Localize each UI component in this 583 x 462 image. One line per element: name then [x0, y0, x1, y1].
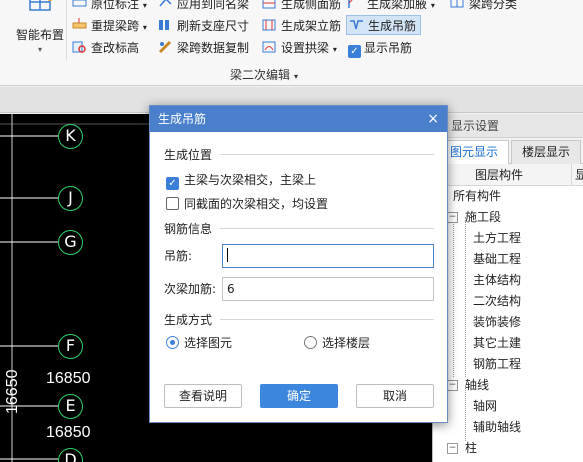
panel-title: 显示设置 [433, 114, 583, 138]
tree-column-header: 图层构件 显 [433, 164, 583, 186]
axis-bubble: K [58, 124, 83, 149]
tree-item-aux-axis[interactable]: 辅助轴线 [433, 417, 583, 438]
section-mode-title: 生成方式 [164, 313, 213, 327]
check-elevation-icon [72, 41, 86, 53]
smart-layout-label: 智能布置 [15, 28, 64, 42]
tree-item-construction[interactable]: − 施工段 [433, 207, 583, 228]
axis-bubble: G [58, 230, 83, 255]
ribbon-group-label: 梁二次编辑 ▾ [230, 68, 299, 82]
divider [220, 228, 434, 229]
dialog-titlebar: 生成吊筋 × [150, 106, 447, 132]
chevron-down-icon: ▾ [142, 23, 147, 32]
help-button[interactable]: 查看说明 [164, 384, 242, 408]
collapse-icon[interactable]: − [447, 380, 458, 391]
tree-item-foundation[interactable]: 基础工程 [433, 249, 583, 270]
tab-floor-display[interactable]: 楼层显示 [511, 140, 582, 164]
cancel-button[interactable]: 取消 [356, 384, 434, 408]
smart-layout-button[interactable]: 智能布置 ▾ [10, 0, 70, 56]
grid-layout-icon [29, 0, 53, 11]
section-rebar-title: 钢筋信息 [164, 222, 213, 236]
chevron-down-icon: ▾ [430, 1, 435, 10]
divider [220, 154, 434, 155]
tab-element-display[interactable]: 图元显示 [439, 140, 510, 165]
radio-select-floors[interactable]: 选择楼层 [304, 335, 370, 351]
hanger-label: 吊筋: [164, 249, 193, 263]
checkbox-empty-icon [166, 197, 179, 210]
tree-item-all[interactable]: 所有构件 [433, 186, 583, 207]
section-position-title: 生成位置 [164, 148, 213, 162]
tree-item-axis[interactable]: − 轴线 [433, 375, 583, 396]
dimension-label: 16850 [46, 370, 91, 387]
copy-span-data-icon [158, 40, 172, 54]
tree-item-other-civil[interactable]: 其它土建 [433, 333, 583, 354]
re-extract-span-button[interactable]: 重提梁跨 ▾ [72, 16, 147, 36]
span-classify-button[interactable]: 梁跨分类 [450, 0, 517, 14]
gen-haunch-icon [348, 0, 353, 8]
dialog-title: 生成吊筋 [158, 112, 207, 126]
radio-selected-icon [166, 336, 179, 349]
chevron-down-icon: ▾ [142, 1, 147, 10]
show-hanger-toggle[interactable]: ✓ 显示吊筋 [348, 38, 412, 58]
column-header-component: 图层构件 [475, 168, 524, 182]
extra-rebar-input[interactable]: 6 [222, 277, 434, 301]
chevron-down-icon: ▾ [294, 72, 299, 81]
radio-empty-icon [304, 336, 317, 349]
ok-button[interactable]: 确定 [260, 384, 338, 408]
gen-hanger-icon [350, 20, 363, 30]
layer-tree: 所有构件 − 施工段 土方工程 基础工程 主体结构 二次结构 装饰装修 其它土建 … [433, 186, 583, 459]
column-header-show: 显 [571, 164, 583, 186]
opt-main-secondary-checkbox[interactable]: ✓ 主梁与次梁相交，主梁上 [166, 172, 316, 190]
gen-side-rebar-icon [262, 0, 276, 9]
gen-hanger-button[interactable]: 生成吊筋 [346, 15, 422, 35]
gen-standing-rebar-icon [262, 19, 276, 31]
gen-haunch-button[interactable]: 生成梁加腋 ▾ [348, 0, 435, 14]
gen-side-rebar-button[interactable]: 生成侧面筋 [262, 0, 341, 14]
extra-rebar-label: 次梁加筋: [164, 282, 217, 296]
tree-item-axis-grid[interactable]: 轴网 [433, 396, 583, 417]
collapse-icon[interactable]: − [447, 212, 458, 223]
set-arch-beam-button[interactable]: 设置拱梁 ▾ [262, 38, 337, 58]
original-label-icon [72, 0, 87, 7]
axis-bubble: E [58, 394, 83, 419]
axis-bubble: J [58, 186, 83, 211]
span-classify-icon [450, 0, 464, 8]
set-arch-beam-icon [262, 41, 276, 53]
tree-item-secondary-structure[interactable]: 二次结构 [433, 291, 583, 312]
dimension-label-vertical: 16650 [4, 369, 21, 415]
dimension-label: 16850 [46, 424, 91, 441]
tree-item-decoration[interactable]: 装饰装修 [433, 312, 583, 333]
panel-tabs: 图元显示 楼层显示 [433, 138, 583, 165]
ribbon-separator [66, 0, 67, 60]
checkmark-icon: ✓ [166, 177, 179, 190]
close-icon[interactable]: × [427, 106, 439, 132]
tree-item-earthwork[interactable]: 土方工程 [433, 228, 583, 249]
chevron-down-icon: ▾ [332, 45, 337, 54]
apply-same-name-icon [159, 0, 172, 7]
hanger-input[interactable] [222, 244, 434, 268]
text-caret [227, 248, 228, 262]
re-extract-span-icon [72, 18, 87, 29]
original-label-button[interactable]: 原位标注 ▾ [72, 0, 147, 14]
tree-item-main-structure[interactable]: 主体结构 [433, 270, 583, 291]
copy-span-data-button[interactable]: 梁跨数据复制 [158, 38, 249, 58]
gen-standing-rebar-button[interactable]: 生成架立筋 [262, 16, 341, 36]
display-settings-panel: 显示设置 图元显示 楼层显示 图层构件 显 所有构件 −施工段 土方工程 基础工… [432, 114, 583, 462]
collapse-icon[interactable]: − [447, 443, 458, 454]
ribbon-toolbar: 智能布置 ▾ 原位标注 ▾ 重提梁跨 ▾ 查改标高 应用到同名梁 刷新支座尺寸 … [0, 0, 583, 86]
generate-hanger-dialog: 生成吊筋 × 生成位置 ✓ 主梁与次梁相交，主梁上 同截面的次梁相交，均设置 钢筋… [149, 105, 448, 423]
tree-item-column[interactable]: − 柱 [433, 438, 583, 459]
opt-same-section-checkbox[interactable]: 同截面的次梁相交，均设置 [166, 196, 328, 212]
refresh-support-icon [159, 20, 169, 30]
tree-item-rebar-works[interactable]: 钢筋工程 [433, 354, 583, 375]
axis-bubble: F [58, 334, 83, 359]
divider [220, 319, 434, 320]
radio-select-elements[interactable]: 选择图元 [166, 335, 232, 351]
checkmark-icon: ✓ [348, 45, 361, 58]
check-elevation-button[interactable]: 查改标高 [72, 38, 139, 58]
chevron-down-icon: ▾ [37, 45, 42, 54]
refresh-support-button[interactable]: 刷新支座尺寸 [158, 16, 249, 36]
apply-same-name-button[interactable]: 应用到同名梁 [158, 0, 249, 14]
